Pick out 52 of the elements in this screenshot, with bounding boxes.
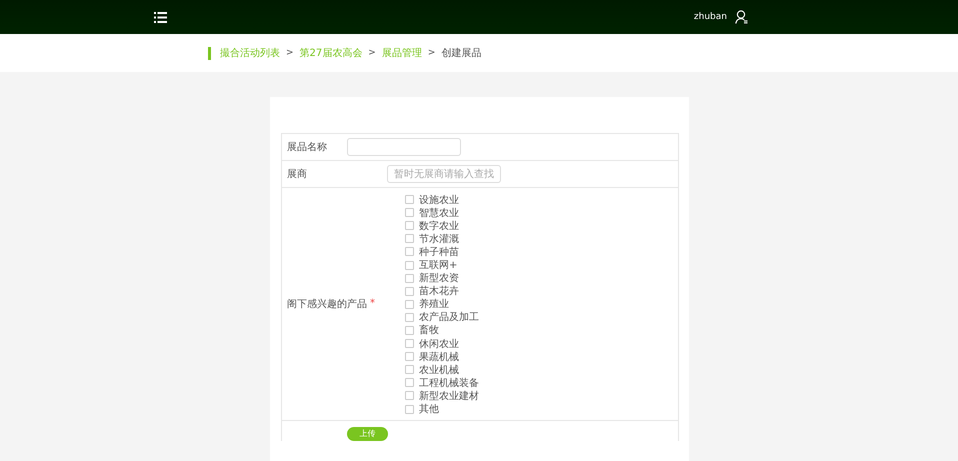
breadcrumb-separator: > xyxy=(286,48,294,58)
checkbox[interactable] xyxy=(405,300,414,309)
exhibitor-search-field[interactable]: 暂时无展商请输入查找 xyxy=(387,165,501,183)
checkbox[interactable] xyxy=(405,391,414,400)
required-mark: * xyxy=(370,298,375,310)
checkbox-label: 智慧农业 xyxy=(419,206,459,220)
checkbox[interactable] xyxy=(405,195,414,204)
checkbox-label: 农业机械 xyxy=(419,364,459,377)
breadcrumb-accent xyxy=(208,46,211,60)
field-label: 展商 xyxy=(287,168,308,181)
checkbox[interactable] xyxy=(405,260,414,270)
checkbox-label: 设施农业 xyxy=(419,194,459,207)
checkbox-label: 苗木花卉 xyxy=(419,284,459,298)
checkbox[interactable] xyxy=(405,221,414,230)
checkbox[interactable] xyxy=(405,208,414,218)
checkbox[interactable] xyxy=(405,274,414,283)
upload-button[interactable]: 上传 xyxy=(347,426,388,441)
checkbox-label: 新型农业建材 xyxy=(419,390,479,403)
breadcrumb-current-page: 创建展品 xyxy=(441,46,482,60)
checkbox-label: 节水灌溉 xyxy=(419,232,459,246)
checkbox-label: 农产品及加工 xyxy=(419,310,479,324)
menu-icon[interactable] xyxy=(154,12,167,22)
username: zhuban xyxy=(694,12,727,22)
checkbox-label: 互联网+ xyxy=(419,259,458,272)
breadcrumb-separator: > xyxy=(368,48,376,58)
breadcrumb-link[interactable]: 展品管理 xyxy=(382,46,422,60)
breadcrumb-separator: > xyxy=(428,48,436,58)
checkbox-label: 畜牧 xyxy=(419,324,439,338)
checkbox[interactable] xyxy=(405,286,414,296)
checkbox-label: 果蔬机械 xyxy=(419,350,459,364)
name-input[interactable] xyxy=(347,138,461,156)
field-label: 展品名称 xyxy=(287,141,328,154)
checkbox[interactable] xyxy=(405,326,414,335)
checkbox[interactable] xyxy=(405,365,414,374)
breadcrumb-link[interactable]: 撮合活动列表 xyxy=(220,46,280,60)
checkbox[interactable] xyxy=(405,312,414,322)
checkbox[interactable] xyxy=(405,234,414,244)
checkbox-label: 其他 xyxy=(419,402,439,416)
checkbox[interactable] xyxy=(405,378,414,388)
checkbox-label: 养殖业 xyxy=(419,298,449,312)
checkbox[interactable] xyxy=(405,247,414,256)
checkbox-label: 数字农业 xyxy=(419,220,459,233)
checkbox-label: 休闲农业 xyxy=(419,338,459,351)
checkbox[interactable] xyxy=(405,339,414,348)
checkbox-label: 工程机械装备 xyxy=(419,376,479,390)
checkbox-label: 新型农资 xyxy=(419,272,459,286)
field-label: 阁下感兴趣的产品 xyxy=(287,298,367,311)
breadcrumb-link[interactable]: 第27届农高会 xyxy=(300,46,362,60)
checkbox-label: 种子种苗 xyxy=(419,246,459,259)
user-icon[interactable] xyxy=(735,10,748,24)
checkbox[interactable] xyxy=(405,404,414,414)
checkbox[interactable] xyxy=(405,352,414,362)
